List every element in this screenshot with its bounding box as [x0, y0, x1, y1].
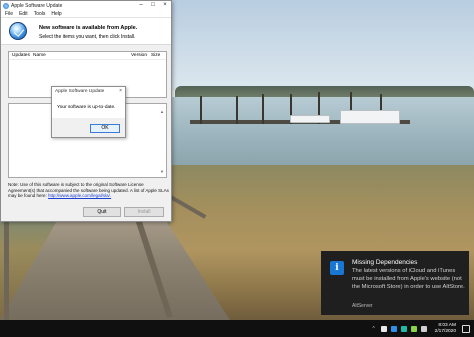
taskbar-clock[interactable]: 8:03 AM 2/17/2020 [435, 323, 456, 335]
dialog-body: Your software is up-to-date. [52, 96, 125, 118]
menu-bar: File Edit Tools Help [1, 10, 171, 18]
close-button[interactable]: × [159, 1, 171, 10]
wallpaper-boat [340, 110, 400, 124]
wallpaper-post [200, 96, 202, 124]
column-updates[interactable]: Updates [9, 53, 30, 58]
scroll-up-arrow-icon[interactable]: ▲ [160, 109, 164, 114]
system-tray: ⌃ 8:03 AM 2/17/2020 [371, 320, 470, 337]
minimize-button[interactable]: – [135, 1, 147, 10]
app-icon [3, 2, 9, 9]
dialog-close-icon[interactable]: × [119, 87, 122, 96]
sla-link[interactable]: http://www.apple.com/legal/sla/. [48, 193, 111, 198]
column-version[interactable]: Version [128, 53, 148, 58]
window-title: Apple Software Update [11, 2, 63, 9]
dropbox-icon[interactable] [380, 325, 387, 332]
wallpaper-water [170, 97, 474, 170]
up-to-date-dialog: Apple Software Update × Your software is… [51, 86, 126, 138]
wallpaper-boat [290, 115, 330, 123]
menu-edit[interactable]: Edit [19, 11, 28, 17]
dialog-message: Your software is up-to-date. [57, 105, 116, 110]
menu-file[interactable]: File [5, 11, 13, 17]
notification-title: Missing Dependencies [352, 259, 418, 266]
updates-table-header: Updates Name Version Size [9, 52, 166, 60]
wallpaper-post [236, 96, 238, 124]
column-size[interactable]: Size [148, 53, 166, 58]
column-name[interactable]: Name [30, 53, 128, 58]
altstore-icon[interactable] [410, 325, 417, 332]
network-icon[interactable] [390, 325, 397, 332]
volume-icon[interactable] [400, 325, 407, 332]
chevron-up-icon[interactable]: ⌃ [371, 326, 375, 332]
ok-button[interactable]: OK [90, 124, 120, 133]
notification-center-icon[interactable] [462, 324, 470, 333]
quit-button[interactable]: Quit [83, 207, 121, 217]
install-button[interactable]: Install [124, 207, 164, 217]
wallpaper-post [262, 94, 264, 124]
license-note: Note: Use of this software is subject to… [8, 182, 169, 199]
menu-tools[interactable]: Tools [34, 11, 46, 17]
menu-help[interactable]: Help [51, 11, 61, 17]
info-icon: i [330, 261, 344, 275]
notification-source: AltServer [352, 303, 373, 309]
clock-date: 2/17/2020 [434, 328, 456, 334]
header-title: New software is available from Apple. [39, 25, 138, 31]
scroll-down-arrow-icon[interactable]: ▼ [160, 169, 164, 174]
wallpaper-rail [4, 222, 9, 320]
maximize-button[interactable]: □ [147, 1, 159, 10]
notification-body: The latest versions of iCloud and iTunes… [352, 268, 465, 290]
clock-time: 8:03 AM [438, 322, 456, 328]
header-subtitle: Select the items you want, then click In… [39, 34, 136, 40]
update-header: New software is available from Apple. Se… [1, 18, 171, 45]
window-titlebar[interactable]: Apple Software Update – □ × [1, 1, 171, 10]
taskbar: ⌃ 8:03 AM 2/17/2020 [0, 320, 474, 337]
software-update-icon [9, 22, 27, 40]
dialog-title: Apple Software Update [52, 87, 125, 96]
speaker-icon[interactable] [420, 325, 427, 332]
missing-dependencies-notification[interactable]: i Missing Dependencies The latest versio… [321, 251, 469, 315]
software-update-window: Apple Software Update – □ × File Edit To… [0, 0, 172, 222]
